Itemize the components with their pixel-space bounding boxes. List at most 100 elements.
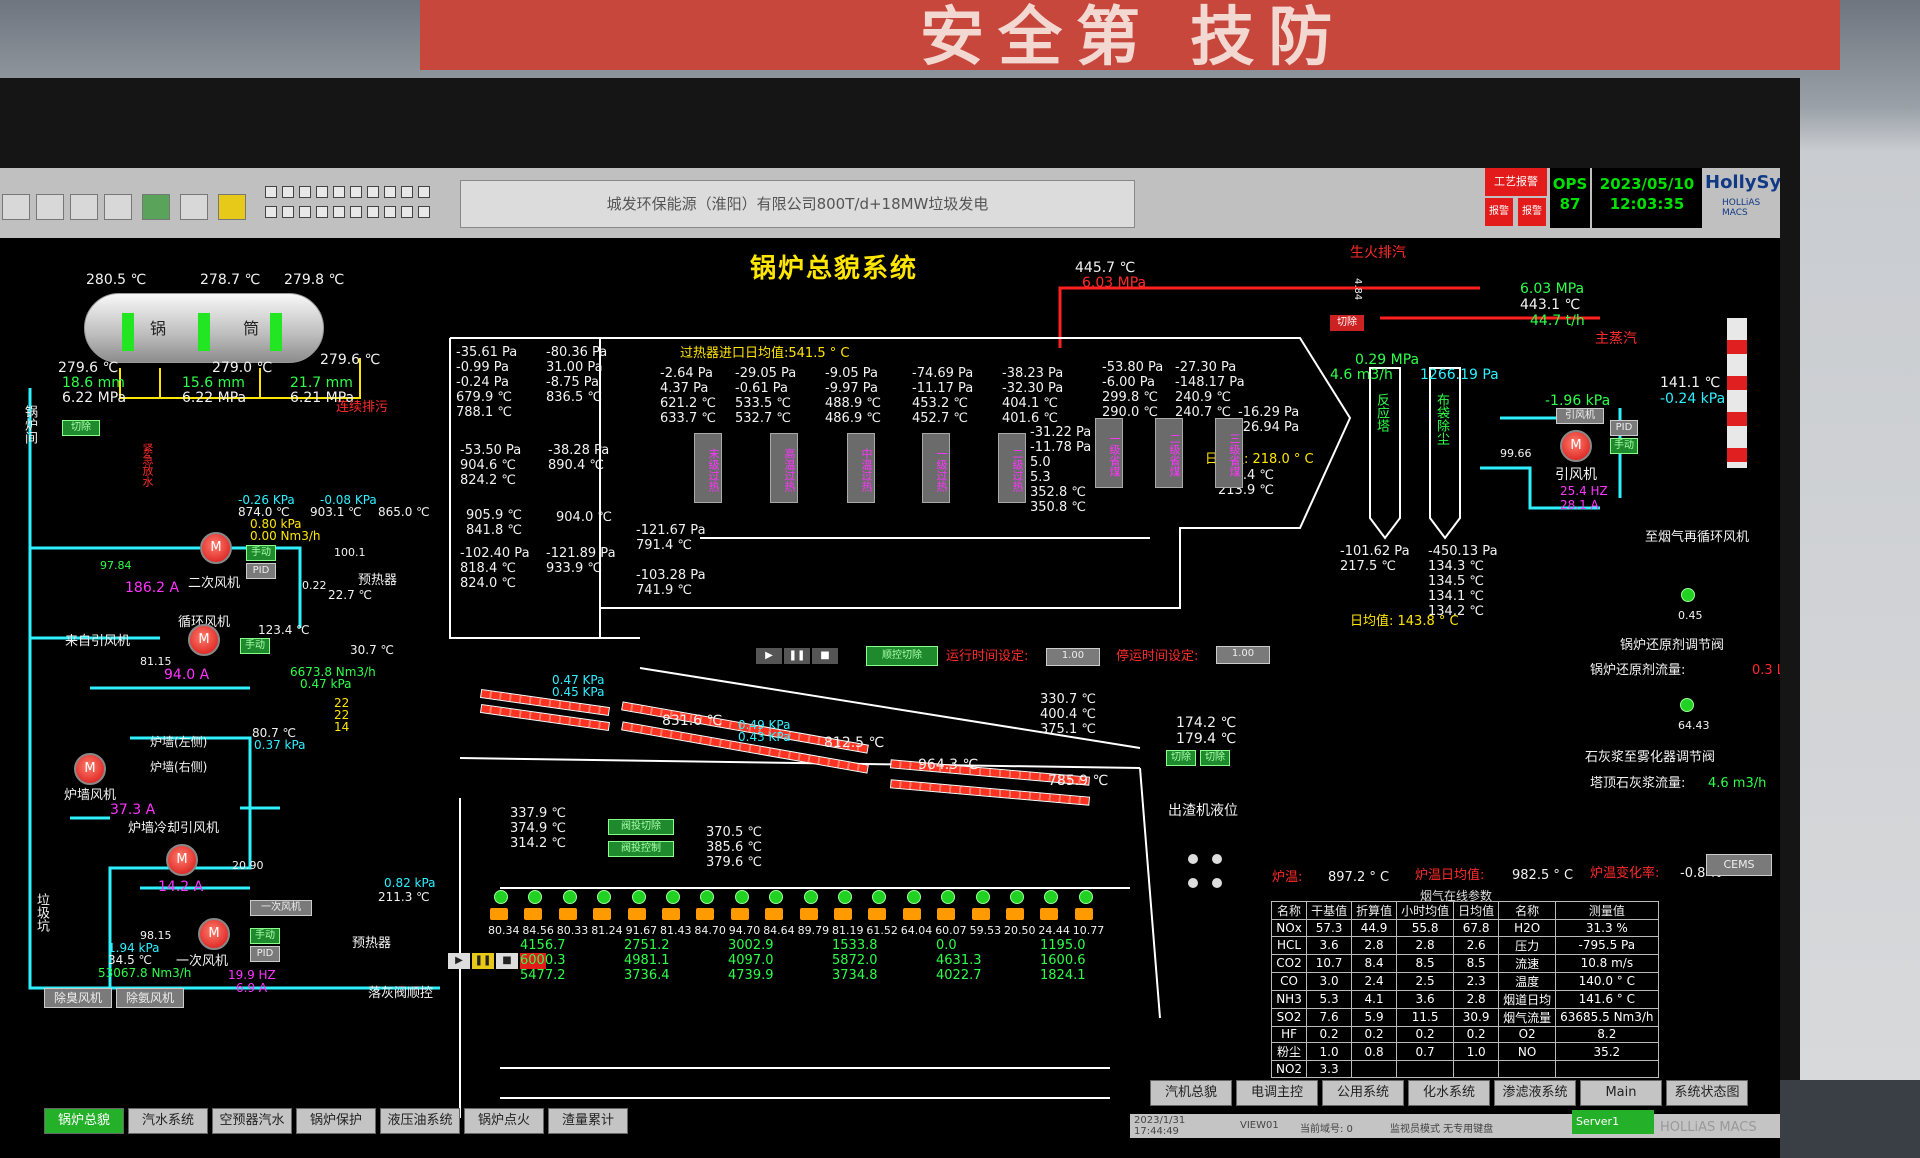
primary-fan-auto[interactable]: 手动: [250, 928, 280, 944]
deammonia-fan-button[interactable]: 除氨风机: [116, 988, 184, 1008]
id-fan-button[interactable]: 引风机: [1556, 408, 1604, 424]
air-valve-pct: 59.53: [969, 924, 1002, 937]
id-pid-button[interactable]: PID: [1610, 420, 1638, 436]
air-valve-icon[interactable]: [975, 890, 990, 904]
table-cell: 3.3: [1306, 1060, 1353, 1078]
table-cell: 8.4: [1351, 953, 1398, 973]
id-fan-icon[interactable]: M: [1560, 430, 1592, 462]
air-valve-icon[interactable]: [1010, 890, 1024, 904]
steam-cut-button[interactable]: 切除: [1330, 315, 1364, 331]
sequence-cut-button[interactable]: 顺控切除: [866, 646, 938, 666]
run-time-label: 运行时间设定:: [946, 649, 1029, 664]
nav-tab[interactable]: 渣量累计: [548, 1108, 628, 1134]
table-cell: [1453, 1060, 1500, 1078]
nav-tab[interactable]: 锅炉总貌: [44, 1108, 124, 1134]
nav-tab[interactable]: 汽水系统: [128, 1108, 208, 1134]
nav-tab[interactable]: 锅炉保护: [296, 1108, 376, 1134]
baghouse-lower-values: -450.13 Pa 134.3 ℃ 134.5 ℃ 134.1 ℃ 134.2…: [1428, 544, 1498, 619]
primary-fan-pid[interactable]: PID: [250, 946, 280, 962]
valve-control-button[interactable]: 阀投控制: [608, 841, 674, 857]
furnace-temp-value: 897.2 ° C: [1328, 870, 1390, 885]
section-4-values: -74.69 Pa -11.17 Pa 453.2 ℃ 452.7 ℃: [912, 366, 974, 426]
nav-tab[interactable]: 锅炉点火: [464, 1108, 544, 1134]
air-valve-bar: [593, 908, 612, 920]
reductant-valve-icon[interactable]: [1681, 588, 1695, 602]
wall-right-label: 炉墙(右侧): [150, 760, 208, 774]
nav-system[interactable]: 化水系统: [1408, 1080, 1490, 1106]
nav-system[interactable]: 渗滤液系统: [1494, 1080, 1576, 1106]
id-fan-label: 引风机: [1555, 467, 1597, 483]
status-domain: 当前域号: 0: [1300, 1124, 1353, 1135]
nav-system[interactable]: 系统状态图: [1666, 1080, 1748, 1106]
air-valve-icon[interactable]: [803, 890, 818, 904]
grate-temp-3: 964.3 ℃: [918, 757, 979, 773]
air-valve-icon[interactable]: [1078, 890, 1093, 904]
table-row: CO 3.0 2.4 2.5 2.3 温度 140.0 ° C: [1270, 971, 1659, 991]
air-valve-pct: 89.79: [797, 924, 830, 937]
stop-button[interactable]: ■: [812, 648, 838, 664]
secondary-fan-auto[interactable]: 手动: [246, 545, 276, 561]
air-flow-group: 0.0 4631.3 4022.7: [936, 938, 982, 983]
primary-fan-button[interactable]: 一次风机: [250, 900, 312, 916]
nav-system[interactable]: 电调主控: [1236, 1080, 1318, 1106]
indicator-light-4: [1212, 878, 1222, 888]
table-cell: 8.2: [1555, 1025, 1659, 1043]
table-cell: 压力: [1498, 935, 1557, 955]
air-valve-icon[interactable]: [838, 890, 852, 904]
wall-fan-label: 炉墙风机: [64, 788, 117, 803]
nav-system[interactable]: 汽机总貌: [1150, 1080, 1232, 1106]
recirculation-label: 至烟气再循环风机: [1645, 530, 1750, 545]
indicator-light-2: [1212, 854, 1222, 864]
ash-pause-button[interactable]: ❚❚: [472, 953, 494, 969]
table-cell: 名称: [1270, 901, 1308, 920]
air-valve-icon[interactable]: [562, 890, 577, 904]
stack-pressure: -0.24 kPa: [1660, 391, 1726, 407]
cooling-fan-icon[interactable]: M: [166, 844, 198, 876]
secondary-fan-icon[interactable]: M: [200, 532, 232, 564]
table-cell: H2O: [1498, 919, 1557, 937]
primary-fan-icon[interactable]: M: [198, 918, 230, 950]
table-cell: 烟道日均: [1498, 989, 1557, 1009]
nav-system[interactable]: 公用系统: [1322, 1080, 1404, 1106]
indicator-light-3: [1188, 878, 1198, 888]
table-cell: 35.2: [1555, 1042, 1659, 1061]
wall-fan-icon[interactable]: M: [74, 753, 106, 785]
slag-cut-button-2[interactable]: 切除: [1200, 750, 1230, 766]
air-valve-icon[interactable]: [734, 890, 749, 904]
air-valve-icon[interactable]: [631, 890, 646, 904]
nav-tab[interactable]: 空预器汽水: [212, 1108, 292, 1134]
secondary-fan-pid[interactable]: PID: [246, 563, 276, 579]
run-time-input[interactable]: 1.00: [1046, 648, 1100, 666]
cems-button[interactable]: CEMS: [1706, 854, 1772, 876]
deodor-fan-button[interactable]: 除臭风机: [44, 988, 112, 1008]
air-valve-icon[interactable]: [906, 890, 921, 904]
circulation-fan-auto[interactable]: 手动: [240, 638, 270, 654]
table-cell: 4.1: [1351, 989, 1398, 1009]
drum-switch-button[interactable]: 切除: [62, 420, 100, 436]
slag-cut-button-1[interactable]: 切除: [1166, 750, 1196, 766]
circulation-fan-icon[interactable]: M: [188, 624, 220, 656]
air-valve-icon[interactable]: [666, 890, 680, 904]
circulation-temp-2: 30.7 ℃: [350, 643, 395, 657]
grate-temp-4: 785.9 ℃: [1048, 773, 1109, 789]
ash-play-button[interactable]: ▶: [448, 953, 470, 969]
stop-time-input[interactable]: 1.00: [1216, 646, 1270, 664]
secondary-fan-label: 二次风机: [188, 576, 241, 591]
nav-tab[interactable]: 液压油系统: [380, 1108, 460, 1134]
furnace-avg-value: 982.5 ° C: [1512, 868, 1574, 883]
drum-temp-3: 279.8 ℃: [284, 272, 345, 288]
ash-stop-button[interactable]: ■: [496, 953, 518, 969]
nav-system[interactable]: Main: [1580, 1080, 1662, 1106]
play-button[interactable]: ▶: [756, 648, 782, 664]
pause-button[interactable]: ❚❚: [784, 648, 810, 664]
id-auto-button[interactable]: 手动: [1610, 438, 1638, 454]
zone-8: 三级省煤: [1215, 418, 1243, 488]
air-valve-bar: [902, 908, 921, 920]
valve-cut-button[interactable]: 阀投切除: [608, 819, 674, 835]
lime-valve-icon[interactable]: [1680, 698, 1694, 712]
table-cell: 0.2: [1306, 1025, 1353, 1043]
table-cell: 3.6: [1396, 989, 1455, 1009]
air-valve-icon[interactable]: [494, 890, 508, 904]
slag-level-label: 出渣机液位: [1168, 803, 1238, 819]
reaction-tower-label: 反应塔: [1374, 393, 1389, 432]
